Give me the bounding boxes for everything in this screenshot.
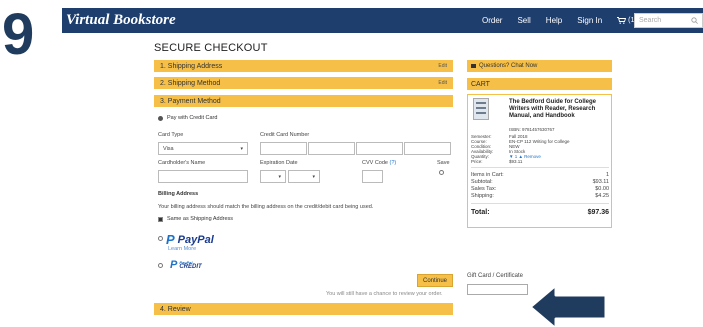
cart-heading: CART — [471, 80, 490, 88]
cvv-help-link[interactable]: (?) — [390, 160, 397, 166]
step-review: 4. Review — [154, 303, 453, 315]
total-value: $97.36 — [587, 209, 609, 216]
step-label: 2. Shipping Method — [160, 79, 221, 87]
nav-help[interactable]: Help — [546, 16, 562, 25]
card-number-field-1[interactable] — [260, 142, 307, 155]
chevron-down-icon: ▾ — [278, 173, 281, 180]
divider — [471, 167, 609, 168]
billing-note: Your billing address should match the bi… — [158, 204, 374, 210]
total-row: Total: $97.36 — [471, 209, 609, 216]
totals-value: $93.11 — [592, 179, 609, 185]
save-label: Save — [437, 160, 450, 166]
meta-key: Price: — [471, 159, 483, 164]
paypal-logo[interactable]: P PayPal — [166, 232, 214, 247]
chat-label: Questions? Chat Now — [479, 63, 538, 69]
expiration-month-select[interactable]: ▾ — [260, 170, 286, 183]
same-as-shipping-option[interactable]: Same as Shipping Address — [158, 216, 233, 222]
meta-row: Price: $93.11 — [471, 159, 522, 164]
chat-bar[interactable]: Questions? Chat Now — [467, 60, 612, 72]
divider — [471, 203, 609, 204]
search-input[interactable]: Search — [634, 13, 703, 28]
search-icon[interactable] — [691, 17, 698, 24]
nav-sign-in[interactable]: Sign In — [577, 16, 602, 25]
card-type-value: Visa — [163, 145, 174, 152]
expiration-year-select[interactable]: ▾ — [288, 170, 320, 183]
paypal-credit-logo[interactable]: P PayPal CREDIT — [170, 259, 202, 271]
billing-heading: Billing Address — [158, 191, 199, 197]
same-as-shipping-label: Same as Shipping Address — [167, 216, 234, 222]
pay-credit-label: Pay with Credit Card — [167, 115, 218, 121]
totals-row: Items in Cart: 1 — [471, 172, 609, 178]
cvv-input[interactable] — [362, 170, 383, 183]
paypal-credit-bottom: CREDIT — [179, 264, 202, 270]
card-number-field-4[interactable] — [404, 142, 451, 155]
review-note: You will still have a chance to review y… — [326, 291, 443, 297]
cart-icon — [617, 17, 627, 24]
paypal-p-icon: P — [170, 259, 178, 271]
nav-sell[interactable]: Sell — [517, 16, 530, 25]
totals-row: Subtotal: $93.11 — [471, 179, 609, 185]
step-number: 9 — [2, 2, 35, 67]
step-label: 1. Shipping Address — [160, 62, 223, 70]
totals-value: $4.25 — [595, 193, 609, 199]
continue-button[interactable]: Continue — [417, 274, 453, 287]
cardholder-label: Cardholder's Name — [158, 160, 206, 166]
totals-value: 1 — [605, 172, 609, 178]
search-placeholder: Search — [639, 17, 662, 24]
totals-key: Shipping: — [471, 193, 494, 199]
card-type-label: Card Type — [158, 132, 184, 138]
totals-row: Sales Tax: $0.00 — [471, 186, 609, 192]
card-number-field-2[interactable] — [308, 142, 355, 155]
chat-icon — [471, 64, 476, 68]
brand-logo[interactable]: Virtual Bookstore — [66, 12, 176, 29]
book-cover-image — [473, 98, 489, 120]
totals-value: $0.00 — [595, 186, 609, 192]
totals-key: Sales Tax: — [471, 186, 497, 192]
chevron-down-icon: ▾ — [240, 145, 243, 152]
edit-link[interactable]: Edit — [438, 63, 447, 69]
paypal-credit-radio[interactable] — [158, 263, 163, 268]
step-label: 3. Payment Method — [160, 97, 221, 105]
totals-key: Items in Cart: — [471, 172, 504, 178]
chevron-down-icon: ▾ — [312, 173, 315, 180]
radio-selected[interactable] — [158, 115, 163, 121]
cart-panel: The Bedford Guide for College Writers wi… — [467, 94, 612, 228]
cvv-label: CVV Code (?) — [362, 160, 396, 166]
edit-link[interactable]: Edit — [438, 80, 447, 86]
card-number-label: Credit Card Number — [260, 132, 310, 138]
top-navbar: Virtual Bookstore Order Sell Help Sign I… — [62, 8, 703, 33]
card-type-select[interactable]: Visa ▾ — [158, 142, 248, 155]
paypal-learn-more[interactable]: Learn More — [168, 246, 196, 252]
book-isbn: ISBN: 9781457630767 — [509, 127, 555, 132]
totals-row: Shipping: $4.25 — [471, 193, 609, 199]
card-number-field-3[interactable] — [356, 142, 403, 155]
page-title: SECURE CHECKOUT — [154, 42, 268, 54]
expiration-label: Expiration Date — [260, 160, 298, 166]
book-title: The Bedford Guide for College Writers wi… — [509, 99, 597, 119]
paypal-radio[interactable] — [158, 236, 163, 241]
nav-links: Order Sell Help Sign In (1) — [482, 8, 637, 33]
checkout-page: SECURE CHECKOUT 1. Shipping Address Edit… — [62, 33, 703, 327]
gift-card-label: Gift Card / Certificate — [467, 273, 524, 279]
step-shipping-address[interactable]: 1. Shipping Address Edit — [154, 60, 453, 72]
save-card-toggle[interactable] — [439, 170, 444, 175]
cardholder-input[interactable] — [158, 170, 248, 183]
paypal-label: PayPal — [177, 233, 214, 246]
nav-order[interactable]: Order — [482, 16, 502, 25]
pay-credit-option[interactable]: Pay with Credit Card — [158, 115, 217, 121]
cart-heading-bar: CART — [467, 78, 612, 90]
step-label: 4. Review — [160, 305, 191, 313]
arrow-pointer-icon — [528, 283, 608, 327]
meta-value: $93.11 — [509, 159, 523, 164]
total-label: Total: — [471, 209, 490, 216]
totals-key: Subtotal: — [471, 179, 493, 185]
same-as-shipping-checkbox[interactable] — [158, 216, 163, 222]
cvv-label-text: CVV Code — [362, 160, 388, 166]
step-payment-method: 3. Payment Method — [154, 95, 453, 107]
step-shipping-method[interactable]: 2. Shipping Method Edit — [154, 77, 453, 89]
gift-card-input[interactable] — [467, 284, 528, 295]
paypal-p-icon: P — [166, 232, 175, 247]
